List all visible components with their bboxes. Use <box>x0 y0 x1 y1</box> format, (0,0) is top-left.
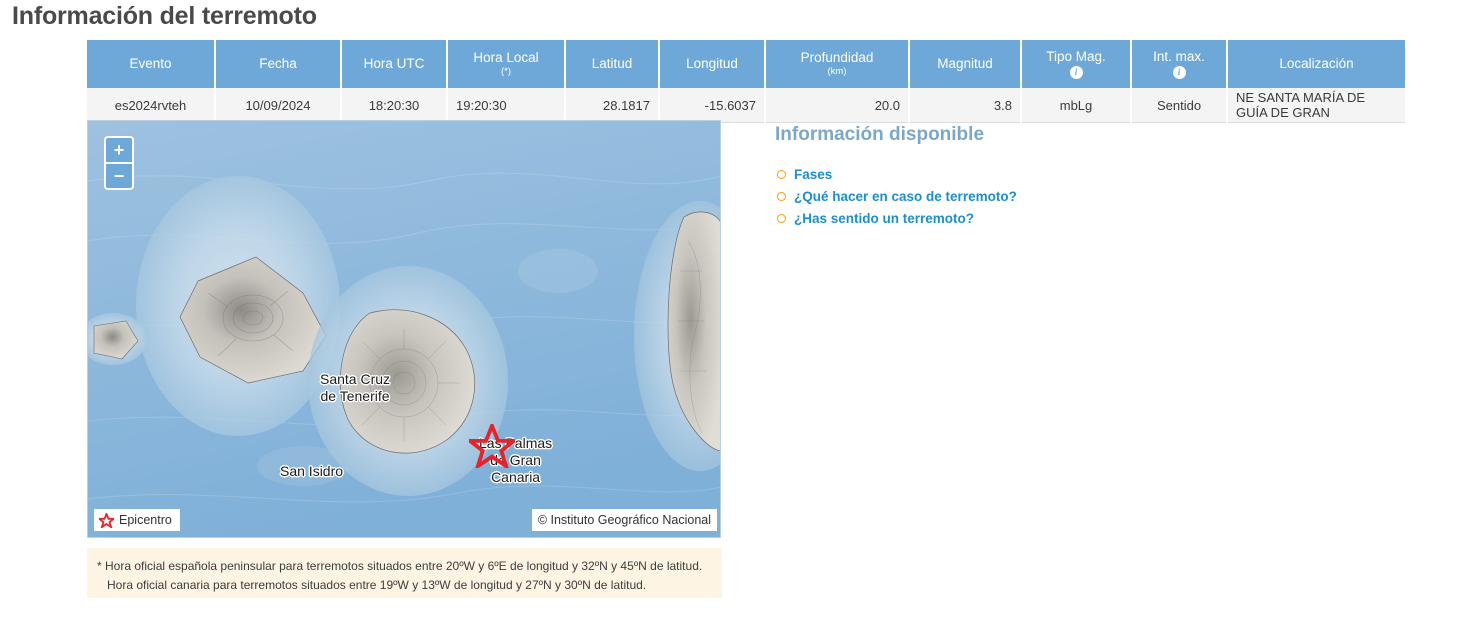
column-header-int-max: Int. max. i <box>1132 40 1226 88</box>
cell-tipo-mag: mbLg <box>1022 88 1130 123</box>
column-header-label: Evento <box>129 56 172 72</box>
column-header-label: Int. max. <box>1153 48 1205 64</box>
table-header-row: Evento Fecha Hora UTC Hora Local (*) Lat… <box>87 40 1405 88</box>
cell-evento: es2024rvteh <box>87 88 214 123</box>
cell-fecha: 10/09/2024 <box>216 88 340 123</box>
cell-int-max: Sentido <box>1132 88 1226 123</box>
column-header-latitud: Latitud <box>566 40 658 88</box>
cell-profundidad: 20.0 <box>766 88 908 123</box>
list-item[interactable]: ¿Has sentido un terremoto? <box>777 207 1017 229</box>
list-item[interactable]: ¿Qué hacer en caso de terremoto? <box>777 185 1017 207</box>
link-fases[interactable]: Fases <box>794 167 832 182</box>
column-header-label: Profundidad <box>800 50 874 66</box>
cell-hora-utc: 18:20:30 <box>342 88 446 123</box>
link-has-sentido-un-terremoto[interactable]: ¿Has sentido un terremoto? <box>794 211 974 226</box>
map-legend-label: Epicentro <box>119 513 172 527</box>
cell-latitud: 28.1817 <box>566 88 658 123</box>
column-header-label: Fecha <box>259 56 297 72</box>
cell-hora-local: 19:20:30 <box>448 88 564 123</box>
column-header-label: Longitud <box>686 56 738 72</box>
info-icon[interactable]: i <box>1172 66 1186 80</box>
cell-localizacion: NE SANTA MARÍA DE GUÍA DE GRAN <box>1228 88 1405 123</box>
footnote-box: * Hora oficial española peninsular para … <box>87 548 722 598</box>
epicenter-star-icon[interactable] <box>469 424 515 468</box>
map-label-santa-cruz-de-tenerife: Santa Cruz de Tenerife <box>320 371 391 404</box>
map-zoom-controls[interactable]: + − <box>104 136 134 190</box>
earthquake-info-table: Evento Fecha Hora UTC Hora Local (*) Lat… <box>85 40 1407 123</box>
column-header-tipo-mag: Tipo Mag. i <box>1022 40 1130 88</box>
link-que-hacer-en-caso-de-terremoto[interactable]: ¿Qué hacer en caso de terremoto? <box>794 189 1017 204</box>
column-header-longitud: Longitud <box>660 40 764 88</box>
available-info-title: Información disponible <box>775 124 985 145</box>
cell-longitud: -15.6037 <box>660 88 764 123</box>
cell-magnitud: 3.8 <box>910 88 1020 123</box>
map-attribution: © Instituto Geográfico Nacional <box>531 509 717 531</box>
column-header-label: Latitud <box>591 56 633 72</box>
map-terrain <box>88 121 720 537</box>
column-header-sublabel: (km) <box>827 65 847 77</box>
column-header-evento: Evento <box>87 40 214 88</box>
column-header-label: Tipo Mag. <box>1046 48 1106 64</box>
column-header-sublabel: (*) <box>500 65 512 77</box>
footnote-line-2: Hora oficial canaria para terremotos sit… <box>107 578 647 592</box>
column-header-label: Hora UTC <box>363 56 425 72</box>
list-item[interactable]: Fases <box>777 163 1017 185</box>
column-header-hora-utc: Hora UTC <box>342 40 446 88</box>
table-row: es2024rvteh 10/09/2024 18:20:30 19:20:30… <box>87 88 1405 123</box>
column-header-fecha: Fecha <box>216 40 340 88</box>
earthquake-map[interactable]: + − Santa Cruz de Tenerife San Isidro La… <box>87 120 721 538</box>
column-header-label: Localización <box>1279 56 1354 72</box>
red-star-icon <box>99 512 114 528</box>
map-legend: Epicentro <box>94 509 180 531</box>
page-title: Información del terremoto <box>12 2 317 30</box>
column-header-label: Magnitud <box>937 56 993 72</box>
column-header-hora-local: Hora Local (*) <box>448 40 564 88</box>
column-header-profundidad: Profundidad (km) <box>766 40 908 88</box>
column-header-label: Hora Local <box>473 50 539 66</box>
map-label-san-isidro: San Isidro <box>280 463 344 479</box>
zoom-out-button[interactable]: − <box>106 164 132 188</box>
circle-bullet-icon <box>777 213 786 223</box>
available-info-list: Fases ¿Qué hacer en caso de terremoto? ¿… <box>777 163 1017 229</box>
zoom-in-button[interactable]: + <box>106 138 132 164</box>
column-header-magnitud: Magnitud <box>910 40 1020 88</box>
info-icon[interactable]: i <box>1069 66 1083 80</box>
circle-bullet-icon <box>777 169 786 179</box>
column-header-localizacion: Localización <box>1228 40 1405 88</box>
circle-bullet-icon <box>777 191 786 201</box>
footnote-line-1: * Hora oficial española peninsular para … <box>97 559 703 573</box>
